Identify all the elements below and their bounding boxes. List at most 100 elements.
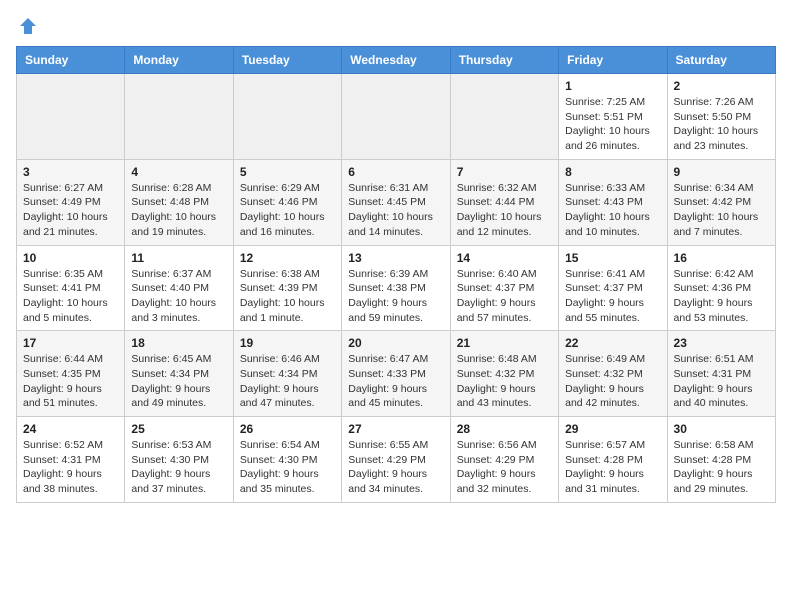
- day-header-friday: Friday: [559, 47, 667, 74]
- day-info: Sunrise: 6:29 AM Sunset: 4:46 PM Dayligh…: [240, 181, 335, 240]
- calendar-cell: 3 Sunrise: 6:27 AM Sunset: 4:49 PM Daylig…: [17, 159, 125, 245]
- day-info: Sunrise: 6:53 AM Sunset: 4:30 PM Dayligh…: [131, 438, 226, 497]
- day-info: Sunrise: 6:27 AM Sunset: 4:49 PM Dayligh…: [23, 181, 118, 240]
- calendar-cell: 8Sunrise: 6:33 AM Sunset: 4:43 PM Daylig…: [559, 159, 667, 245]
- calendar-cell: 27 Sunrise: 6:55 AM Sunset: 4:29 PM Dayli…: [342, 417, 450, 503]
- calendar-cell: [125, 74, 233, 160]
- day-info: Sunrise: 6:28 AM Sunset: 4:48 PM Dayligh…: [131, 181, 226, 240]
- day-info: Sunrise: 6:37 AM Sunset: 4:40 PM Dayligh…: [131, 267, 226, 326]
- calendar-week-row: 24 Sunrise: 6:52 AM Sunset: 4:31 PM Dayli…: [17, 417, 776, 503]
- day-number: 19: [240, 336, 335, 350]
- day-info: Sunrise: 6:54 AM Sunset: 4:30 PM Dayligh…: [240, 438, 335, 497]
- day-number: 7: [457, 165, 552, 179]
- calendar-cell: 12 Sunrise: 6:38 AM Sunset: 4:39 PM Dayli…: [233, 245, 341, 331]
- calendar-cell: 26Sunrise: 6:54 AM Sunset: 4:30 PM Dayli…: [233, 417, 341, 503]
- day-info: Sunrise: 6:49 AM Sunset: 4:32 PM Dayligh…: [565, 352, 660, 411]
- day-number: 29: [565, 422, 660, 436]
- day-info: Sunrise: 6:33 AM Sunset: 4:43 PM Dayligh…: [565, 181, 660, 240]
- day-number: 15: [565, 251, 660, 265]
- day-header-sunday: Sunday: [17, 47, 125, 74]
- calendar-cell: 20 Sunrise: 6:47 AM Sunset: 4:33 PM Dayli…: [342, 331, 450, 417]
- day-number: 9: [674, 165, 769, 179]
- calendar-cell: 19 Sunrise: 6:46 AM Sunset: 4:34 PM Dayli…: [233, 331, 341, 417]
- calendar-week-row: 10 Sunrise: 6:35 AM Sunset: 4:41 PM Dayli…: [17, 245, 776, 331]
- calendar-cell: [450, 74, 558, 160]
- day-number: 27: [348, 422, 443, 436]
- day-info: Sunrise: 6:38 AM Sunset: 4:39 PM Dayligh…: [240, 267, 335, 326]
- calendar-cell: 10 Sunrise: 6:35 AM Sunset: 4:41 PM Dayli…: [17, 245, 125, 331]
- day-header-thursday: Thursday: [450, 47, 558, 74]
- day-info: Sunrise: 7:26 AM Sunset: 5:50 PM Dayligh…: [674, 95, 769, 154]
- calendar-cell: 24 Sunrise: 6:52 AM Sunset: 4:31 PM Dayli…: [17, 417, 125, 503]
- day-info: Sunrise: 6:45 AM Sunset: 4:34 PM Dayligh…: [131, 352, 226, 411]
- day-number: 1: [565, 79, 660, 93]
- calendar-week-row: 3 Sunrise: 6:27 AM Sunset: 4:49 PM Daylig…: [17, 159, 776, 245]
- calendar-cell: 2 Sunrise: 7:26 AM Sunset: 5:50 PM Daylig…: [667, 74, 775, 160]
- calendar-cell: 13Sunrise: 6:39 AM Sunset: 4:38 PM Dayli…: [342, 245, 450, 331]
- day-info: Sunrise: 6:48 AM Sunset: 4:32 PM Dayligh…: [457, 352, 552, 411]
- day-info: Sunrise: 6:31 AM Sunset: 4:45 PM Dayligh…: [348, 181, 443, 240]
- day-info: Sunrise: 6:52 AM Sunset: 4:31 PM Dayligh…: [23, 438, 118, 497]
- day-header-tuesday: Tuesday: [233, 47, 341, 74]
- calendar-cell: 21 Sunrise: 6:48 AM Sunset: 4:32 PM Dayli…: [450, 331, 558, 417]
- day-number: 30: [674, 422, 769, 436]
- calendar-cell: 22 Sunrise: 6:49 AM Sunset: 4:32 PM Dayli…: [559, 331, 667, 417]
- page-header: [16, 16, 776, 36]
- day-number: 28: [457, 422, 552, 436]
- day-number: 5: [240, 165, 335, 179]
- day-info: Sunrise: 6:44 AM Sunset: 4:35 PM Dayligh…: [23, 352, 118, 411]
- day-number: 2: [674, 79, 769, 93]
- calendar-cell: 25Sunrise: 6:53 AM Sunset: 4:30 PM Dayli…: [125, 417, 233, 503]
- calendar-cell: 5 Sunrise: 6:29 AM Sunset: 4:46 PM Daylig…: [233, 159, 341, 245]
- calendar-cell: 30 Sunrise: 6:58 AM Sunset: 4:28 PM Dayli…: [667, 417, 775, 503]
- day-number: 17: [23, 336, 118, 350]
- day-info: Sunrise: 6:57 AM Sunset: 4:28 PM Dayligh…: [565, 438, 660, 497]
- day-number: 11: [131, 251, 226, 265]
- day-number: 10: [23, 251, 118, 265]
- day-info: Sunrise: 6:51 AM Sunset: 4:31 PM Dayligh…: [674, 352, 769, 411]
- calendar-header-row: SundayMondayTuesdayWednesdayThursdayFrid…: [17, 47, 776, 74]
- day-info: Sunrise: 6:34 AM Sunset: 4:42 PM Dayligh…: [674, 181, 769, 240]
- calendar-cell: 15 Sunrise: 6:41 AM Sunset: 4:37 PM Dayli…: [559, 245, 667, 331]
- day-number: 6: [348, 165, 443, 179]
- day-info: Sunrise: 6:55 AM Sunset: 4:29 PM Dayligh…: [348, 438, 443, 497]
- day-info: Sunrise: 6:35 AM Sunset: 4:41 PM Dayligh…: [23, 267, 118, 326]
- calendar-cell: 18 Sunrise: 6:45 AM Sunset: 4:34 PM Dayli…: [125, 331, 233, 417]
- day-info: Sunrise: 6:32 AM Sunset: 4:44 PM Dayligh…: [457, 181, 552, 240]
- day-number: 4: [131, 165, 226, 179]
- day-number: 16: [674, 251, 769, 265]
- day-number: 24: [23, 422, 118, 436]
- calendar-week-row: 1 Sunrise: 7:25 AM Sunset: 5:51 PM Daylig…: [17, 74, 776, 160]
- day-number: 14: [457, 251, 552, 265]
- calendar-cell: 28Sunrise: 6:56 AM Sunset: 4:29 PM Dayli…: [450, 417, 558, 503]
- day-number: 18: [131, 336, 226, 350]
- day-number: 20: [348, 336, 443, 350]
- calendar-cell: [233, 74, 341, 160]
- calendar-cell: 7 Sunrise: 6:32 AM Sunset: 4:44 PM Daylig…: [450, 159, 558, 245]
- day-info: Sunrise: 6:47 AM Sunset: 4:33 PM Dayligh…: [348, 352, 443, 411]
- day-info: Sunrise: 7:25 AM Sunset: 5:51 PM Dayligh…: [565, 95, 660, 154]
- calendar-cell: 6 Sunrise: 6:31 AM Sunset: 4:45 PM Daylig…: [342, 159, 450, 245]
- calendar-cell: [342, 74, 450, 160]
- day-number: 12: [240, 251, 335, 265]
- logo-icon: [18, 16, 38, 36]
- calendar-cell: 11 Sunrise: 6:37 AM Sunset: 4:40 PM Dayli…: [125, 245, 233, 331]
- calendar-table: SundayMondayTuesdayWednesdayThursdayFrid…: [16, 46, 776, 503]
- calendar-cell: 9 Sunrise: 6:34 AM Sunset: 4:42 PM Daylig…: [667, 159, 775, 245]
- logo: [16, 16, 38, 36]
- calendar-week-row: 17 Sunrise: 6:44 AM Sunset: 4:35 PM Dayli…: [17, 331, 776, 417]
- day-header-saturday: Saturday: [667, 47, 775, 74]
- day-info: Sunrise: 6:42 AM Sunset: 4:36 PM Dayligh…: [674, 267, 769, 326]
- day-info: Sunrise: 6:58 AM Sunset: 4:28 PM Dayligh…: [674, 438, 769, 497]
- day-number: 22: [565, 336, 660, 350]
- day-header-wednesday: Wednesday: [342, 47, 450, 74]
- calendar-cell: 23Sunrise: 6:51 AM Sunset: 4:31 PM Dayli…: [667, 331, 775, 417]
- calendar-cell: 1 Sunrise: 7:25 AM Sunset: 5:51 PM Daylig…: [559, 74, 667, 160]
- day-header-monday: Monday: [125, 47, 233, 74]
- calendar-cell: 4 Sunrise: 6:28 AM Sunset: 4:48 PM Daylig…: [125, 159, 233, 245]
- day-info: Sunrise: 6:46 AM Sunset: 4:34 PM Dayligh…: [240, 352, 335, 411]
- day-info: Sunrise: 6:41 AM Sunset: 4:37 PM Dayligh…: [565, 267, 660, 326]
- calendar-cell: [17, 74, 125, 160]
- day-number: 21: [457, 336, 552, 350]
- day-number: 3: [23, 165, 118, 179]
